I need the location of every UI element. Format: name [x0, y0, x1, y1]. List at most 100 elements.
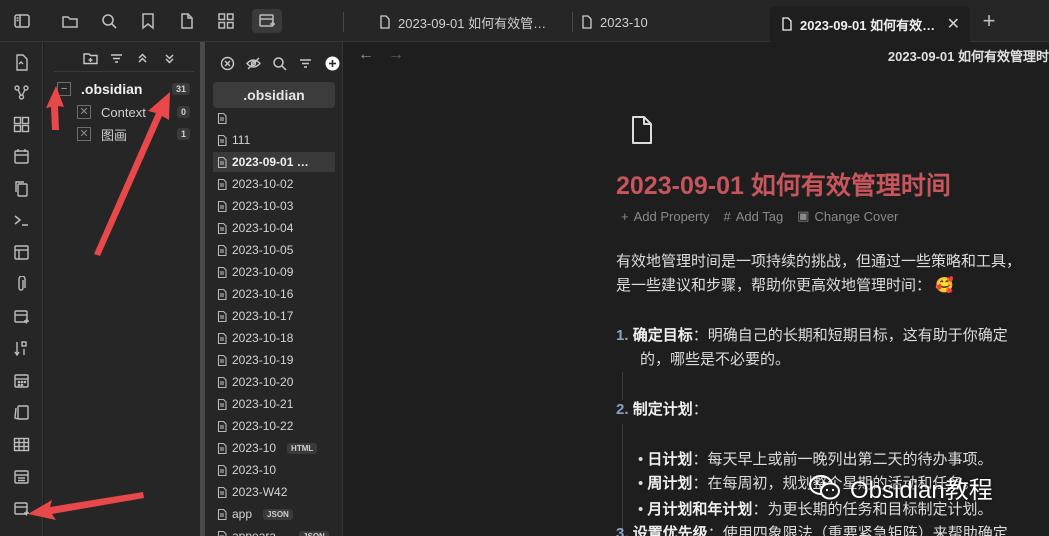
file-list-item[interactable]: 2023-10-21: [213, 394, 335, 414]
list-item-1-continuation[interactable]: 的，哪些是不必要的。: [640, 348, 790, 372]
folder-label: .obsidian: [81, 81, 143, 97]
sort-icon[interactable]: [296, 54, 314, 72]
watermark-text: Obsidian教程: [850, 477, 993, 504]
tab-note-2[interactable]: 2023-10: [570, 6, 690, 38]
image-icon: ▣: [797, 208, 810, 223]
graph-icon[interactable]: [11, 82, 31, 102]
tab-separator: [343, 12, 344, 32]
folder-label: Context: [101, 104, 146, 120]
file-icon[interactable]: [175, 9, 199, 33]
file-icon: [217, 178, 227, 190]
file-list-item[interactable]: 2023-10-03: [213, 196, 335, 216]
file-icon: [217, 420, 227, 432]
plus-icon: +: [621, 208, 629, 224]
eye-off-icon[interactable]: [244, 54, 262, 72]
forward-arrow-icon[interactable]: →: [388, 46, 404, 64]
open-file-icon[interactable]: [11, 52, 31, 72]
calendar-icon[interactable]: [11, 146, 31, 166]
intro-line-1[interactable]: 有效地管理时间是一项持续的挑战，但通过一些策略和工具，: [616, 250, 1021, 274]
clear-icon[interactable]: [218, 54, 236, 72]
file-list-item[interactable]: 2023-10 HTML: [213, 438, 335, 458]
file-list-item[interactable]: appeara… JSON: [213, 526, 335, 536]
file-name: 2023-10-03: [232, 199, 294, 213]
bookmark-icon[interactable]: [136, 9, 160, 33]
table-icon[interactable]: [11, 434, 31, 454]
file-icon: [217, 354, 227, 366]
document-title[interactable]: 2023-09-01 如何有效管理时间: [616, 166, 951, 202]
file-list-item[interactable]: 2023-W42: [213, 482, 335, 502]
add-tag-button[interactable]: # Add Tag: [723, 208, 783, 224]
calendar-add-icon[interactable]: [11, 498, 31, 518]
layout-icon[interactable]: [11, 242, 31, 262]
file-list-item[interactable]: 2023-10-17: [213, 306, 335, 326]
terminal-icon[interactable]: [11, 210, 31, 230]
file-icon: [217, 200, 227, 212]
grid-icon[interactable]: [214, 9, 238, 33]
file-icon: [217, 486, 227, 498]
bullet-item[interactable]: • 日计划：每天早上或前一晚列出第二天的待办事项。: [638, 448, 992, 472]
copy-icon[interactable]: [11, 178, 31, 198]
file-list-item[interactable]: 2023-10-18: [213, 328, 335, 348]
new-folder-icon[interactable]: [80, 48, 100, 68]
file-name: 2023-10-21: [232, 397, 294, 411]
cards-icon[interactable]: [11, 402, 31, 422]
close-icon[interactable]: ✕: [947, 14, 960, 34]
list-item-2[interactable]: 2. 制定计划：: [616, 398, 708, 422]
file-extension-badge: HTML: [287, 442, 318, 454]
tab-note-1[interactable]: 2023-09-01 如何有效管…: [368, 6, 568, 38]
list-item-heading: 设置优先级: [632, 525, 708, 536]
file-name: 2023-10-05: [232, 243, 294, 257]
add-property-button[interactable]: + Add Property: [621, 208, 709, 224]
file-list-item[interactable]: 2023-10-09: [213, 262, 335, 282]
file-list-item[interactable]: 2023-10: [213, 460, 335, 480]
file-list-item[interactable]: 2023-10-02: [213, 174, 335, 194]
search-icon[interactable]: [97, 9, 121, 33]
file-list-item[interactable]: 2023-10-16: [213, 284, 335, 304]
calendar-plus-icon[interactable]: [252, 9, 282, 33]
view-header-title[interactable]: 2023-09-01 如何有效管理时: [888, 46, 1049, 65]
bullet-heading: 周计划: [647, 475, 693, 492]
back-arrow-icon[interactable]: ←: [358, 46, 374, 64]
sidebar-toggle-icon[interactable]: [10, 9, 34, 33]
tree-root-folder[interactable]: − .obsidian 31: [44, 78, 200, 100]
file-list-item[interactable]: 2023-10-22: [213, 416, 335, 436]
new-note-icon[interactable]: [322, 54, 342, 72]
tree-folder-context[interactable]: ✕ Context 0: [44, 101, 200, 123]
file-name: 2023-10-18: [232, 331, 294, 345]
file-icon: [217, 398, 227, 410]
file-icon: [217, 464, 227, 476]
file-list-item[interactable]: 111: [213, 130, 335, 150]
tree-folder-drawings[interactable]: ✕ 图画 1: [44, 123, 200, 145]
bullet-heading: 日计划: [647, 451, 693, 468]
sort-icon[interactable]: [106, 48, 126, 68]
file-list-item[interactable]: 2023-10-20: [213, 372, 335, 392]
list-item-3[interactable]: 3. 设置优先级：使用四象限法（重要紧急矩阵）来帮助确定: [616, 522, 1008, 536]
tab-note-active[interactable]: 2023-09-01 如何有效… ✕: [770, 6, 970, 42]
expand-icon[interactable]: [132, 48, 152, 68]
list-number: 3.: [616, 525, 629, 536]
canvas-icon[interactable]: [11, 114, 31, 134]
collapse-icon[interactable]: [159, 48, 179, 68]
watermark: Obsidian教程: [808, 470, 993, 505]
file-list-item[interactable]: [213, 108, 335, 128]
sort-numeric-icon[interactable]: [11, 338, 31, 358]
file-icon: [217, 288, 227, 300]
file-list-item[interactable]: 2023-10-19: [213, 350, 335, 370]
list-item-1[interactable]: 1. 确定目标：明确自己的长期和短期目标，这有助于你确定: [616, 324, 1008, 348]
new-tab-icon[interactable]: +: [977, 8, 1001, 33]
folder-icon[interactable]: [58, 9, 82, 33]
list-number: 2.: [616, 401, 629, 418]
intro-line-2[interactable]: 是一些建议和步骤，帮助你更高效地管理时间： 🥰: [616, 274, 954, 298]
calendar-list-icon[interactable]: [11, 466, 31, 486]
paperclip-icon[interactable]: [11, 274, 31, 294]
calendar-grid-icon[interactable]: [11, 370, 31, 390]
file-name: 2023-10-09: [232, 265, 294, 279]
file-list-item[interactable]: 2023-10-04: [213, 218, 335, 238]
search-icon[interactable]: [270, 54, 288, 72]
file-list-item[interactable]: 2023-09-01 …: [213, 152, 335, 172]
change-cover-button[interactable]: ▣ Change Cover: [797, 208, 898, 224]
file-list-item[interactable]: 2023-10-05: [213, 240, 335, 260]
file-list-item[interactable]: app JSON: [213, 504, 335, 524]
collapse-box-icon[interactable]: −: [57, 82, 71, 96]
calendar-plus-icon[interactable]: [11, 306, 31, 326]
